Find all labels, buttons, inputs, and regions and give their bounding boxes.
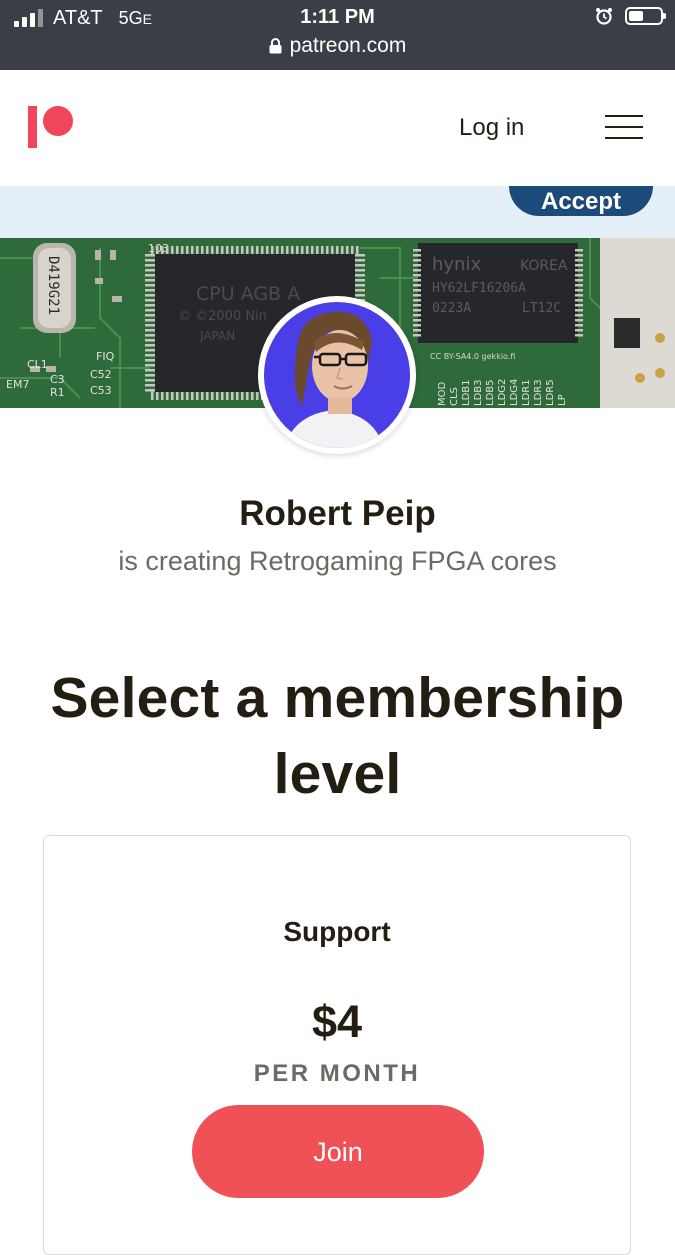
creator-name: Robert Peip [239,494,436,533]
svg-text:KOREA: KOREA [520,258,568,274]
svg-text:LDR5: LDR5 [545,379,556,406]
creator-avatar[interactable] [258,296,416,454]
svg-text:CLS: CLS [449,387,460,406]
svg-text:LDR1: LDR1 [521,379,532,406]
svg-text:LDB3: LDB3 [473,380,484,407]
alarm-icon [596,8,612,25]
heading-line-2: level [273,742,402,806]
svg-text:C53: C53 [90,384,112,397]
svg-text:LDG4: LDG4 [509,379,520,406]
url-text: patreon.com [289,34,407,57]
cookie-banner: Accept [0,186,675,238]
svg-text:LDB1: LDB1 [461,380,472,407]
tier-card: Support $4 PER MONTH Join [43,835,631,1255]
svg-text:© ©2000 Nin: © ©2000 Nin [178,309,267,324]
svg-text:R1: R1 [50,386,65,399]
site-header: Log in [0,70,675,187]
svg-text:LDR3: LDR3 [533,379,544,406]
page-heading: Select a membership level [0,660,675,812]
svg-text:LDG2: LDG2 [497,379,508,406]
svg-text:C52: C52 [90,368,112,381]
lock-icon [269,38,282,54]
svg-text:CL1: CL1 [27,358,48,371]
svg-text:hynix: hynix [432,254,481,275]
svg-text:EM7: EM7 [6,378,29,391]
svg-text:LP: LP [557,394,568,406]
svg-text:0223A: 0223A [432,301,471,316]
creator-tagline: is creating Retrogaming FPGA cores [118,546,557,576]
battery-icon [625,7,666,25]
url-bar[interactable]: patreon.com [0,34,675,58]
svg-text:C3: C3 [50,373,65,386]
login-link[interactable]: Log in [459,114,524,142]
join-button[interactable]: Join [192,1105,484,1198]
tier-period: PER MONTH [253,1060,421,1087]
status-right [595,7,666,25]
svg-text:HY62LF16206A: HY62LF16206A [432,281,526,296]
heading-line-1: Select a membership [50,666,625,730]
status-time: 1:11 PM [300,6,375,28]
svg-text:LT12C: LT12C [522,301,561,316]
tier-price: $4 [311,996,363,1047]
cover-watermark: CC BY-SA4.0 gekkio.fi [430,352,515,361]
svg-text:FIQ: FIQ [96,350,115,363]
accept-cookies-button[interactable]: Accept [509,186,653,216]
patreon-logo[interactable] [28,106,74,150]
svg-text:MOD: MOD [437,382,448,406]
svg-text:JAPAN: JAPAN [199,329,235,343]
hamburger-menu-icon[interactable] [605,115,643,141]
tier-name: Support [283,916,391,947]
svg-text:LDB5: LDB5 [485,380,496,407]
svg-text:D419G21: D419G21 [45,256,61,315]
status-bar: AT&T 5GE 1:11 PM patreon.com [0,0,675,70]
